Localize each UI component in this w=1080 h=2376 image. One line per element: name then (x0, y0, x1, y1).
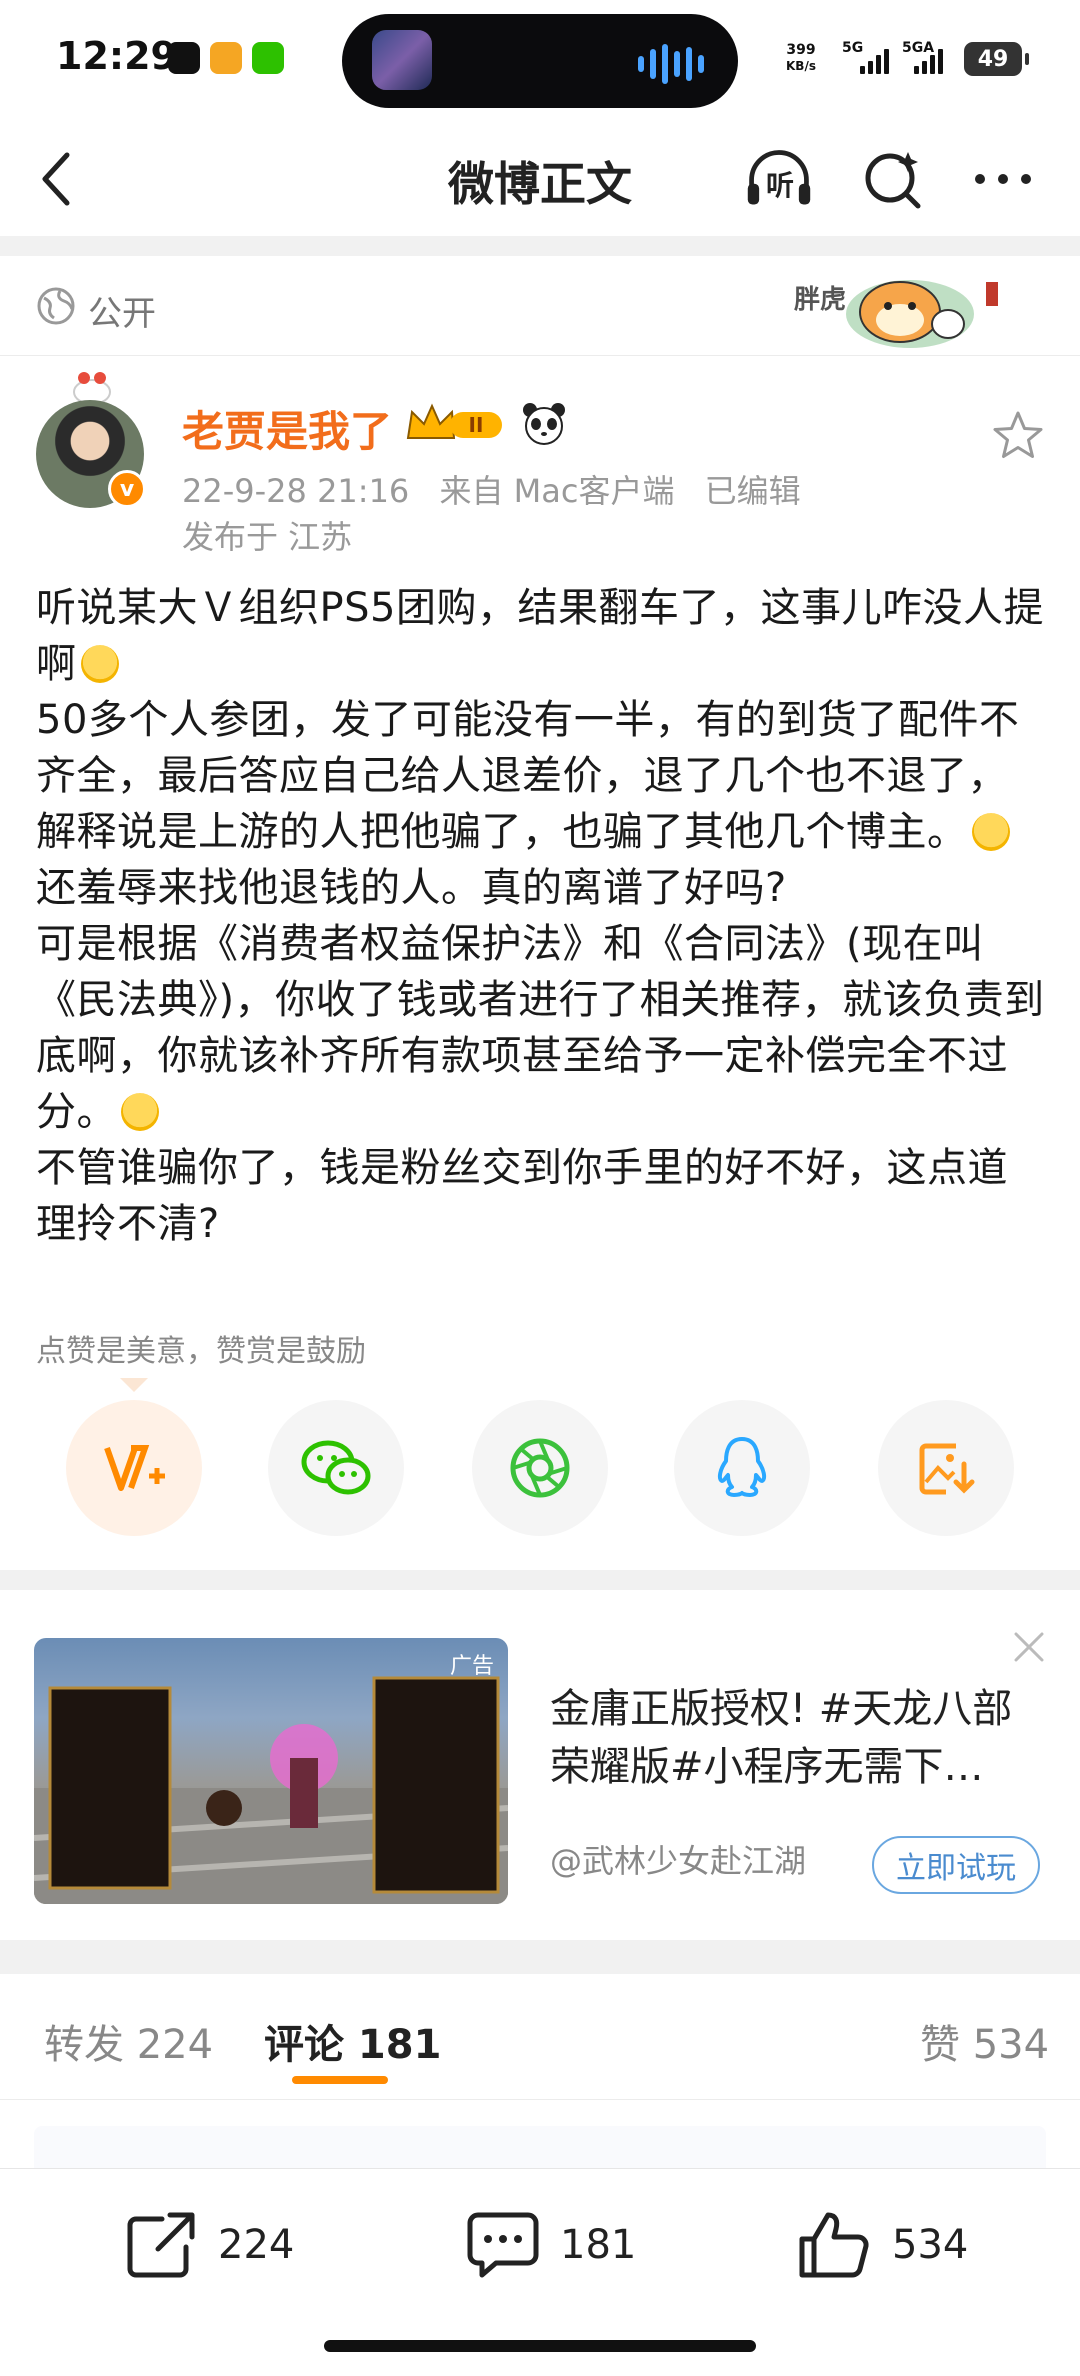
ad-card[interactable]: 广告 金庸正版授权! #天龙八部荣耀版#小程序无需下… @武林少女赴江湖 立即试… (0, 1590, 1080, 1940)
net-speed-value: 399 (786, 42, 816, 58)
more-button[interactable] (968, 144, 1038, 214)
comment-icon (467, 2212, 539, 2278)
music-app-icon (168, 42, 200, 74)
post-source: 来自 Mac客户端 (439, 472, 675, 510)
tiger-sticker-icon: 胖虎 (794, 280, 998, 348)
tip-pointer-icon (120, 1378, 148, 1392)
smirk-emoji-icon (80, 645, 119, 683)
share-moments-button[interactable] (472, 1400, 608, 1536)
reward-tip: 点赞是美意，赞赏是鼓励 (36, 1334, 366, 1369)
reward-button[interactable] (66, 1400, 202, 1536)
now-playing-artwork (372, 30, 432, 90)
like-count: 534 (892, 2222, 969, 2268)
ad-title[interactable]: 金庸正版授权! #天龙八部荣耀版#小程序无需下… (550, 1680, 1040, 1796)
post-paragraph: 不管谁骗你了，钱是粉丝交到你手里的好不好，这点道理拎不清? (36, 1145, 1008, 1247)
post-text: 50多个人参团，发了可能没有一半，有的到货了配件不齐全，最后答应自己给人退差价，… (36, 697, 1020, 855)
post-text: 听说某大Ｖ组织PS5团购，结果翻车了，这事儿咋没人提啊 (36, 585, 1044, 687)
game-screenshot (34, 1676, 508, 1904)
listen-label: 听 (766, 169, 795, 202)
comment-count: 181 (560, 2222, 637, 2268)
post-text: 可是根据《消费者权益保护法》和《合同法》(现在叫《民法典》)，你收了钱或者进行了… (36, 921, 1045, 1135)
nav-bar: 微博正文 听 (0, 120, 1080, 236)
divider (0, 236, 1080, 256)
laugh-cry-emoji-icon (971, 813, 1010, 851)
dynamic-island[interactable] (342, 14, 738, 108)
status-bar: 12:29 399 KB/s 5G 5GA 49 (0, 0, 1080, 120)
signal-bars-icon (860, 46, 889, 74)
active-tab-indicator (292, 2076, 388, 2084)
search-icon (865, 152, 921, 209)
home-indicator[interactable] (324, 2340, 756, 2352)
repost-count: 224 (218, 2222, 295, 2268)
search-button[interactable] (858, 144, 928, 214)
verified-badge: v (108, 470, 146, 508)
visibility-label: 公开 (88, 294, 156, 334)
thumbs-up-icon (799, 2212, 869, 2278)
post-meta: 22-9-28 21:16 来自 Mac客户端 已编辑 (182, 466, 821, 512)
tab-repost[interactable]: 转发 224 (44, 2012, 213, 2070)
divider (0, 1940, 1080, 1974)
reward-icon (104, 1445, 165, 1491)
weibo-app-icon (210, 42, 242, 74)
tab-comment[interactable]: 评论 181 (264, 2012, 441, 2070)
signal-bars-icon (914, 46, 943, 74)
net-speed: 399 KB/s (786, 42, 816, 74)
visibility-row: 公开 胖虎 (0, 256, 1080, 356)
post-paragraph: 50多个人参团，发了可能没有一半，有的到货了配件不齐全，最后答应自己给人退差价，… (36, 692, 1048, 860)
comment-button[interactable]: 181 (466, 2209, 636, 2281)
member-crown-badge[interactable]: II (404, 400, 510, 448)
post-paragraph: 还羞辱来找他退钱的人。真的离谱了好吗? (36, 865, 787, 911)
net-speed-unit: KB/s (786, 59, 816, 73)
ad-image[interactable]: 广告 (34, 1638, 508, 1904)
divider (0, 1570, 1080, 1590)
post-content: 听说某大Ｖ组织PS5团购，结果翻车了，这事儿咋没人提啊 50多个人参团，发了可能… (36, 580, 1048, 1252)
wechat-app-icon (252, 42, 284, 74)
listen-button[interactable]: 听 (744, 144, 814, 214)
ad-try-button[interactable]: 立即试玩 (872, 1836, 1040, 1894)
ad-tag: 广告 (449, 1654, 494, 1679)
globe-icon (37, 287, 75, 325)
status-time: 12:29 (56, 34, 177, 78)
post-location: 发布于 江苏 (182, 518, 353, 556)
wechat-icon (301, 1440, 371, 1495)
share-wechat-button[interactable] (268, 1400, 404, 1536)
audio-wave-icon (638, 44, 704, 84)
post-paragraph: 听说某大Ｖ组织PS5团购，结果翻车了，这事儿咋没人提啊 (36, 580, 1048, 692)
laugh-cry-emoji-icon (121, 1093, 159, 1131)
moments-icon (510, 1438, 570, 1498)
badge-level-text: II (469, 413, 484, 437)
qq-icon (717, 1437, 767, 1497)
battery-level: 49 (977, 46, 1009, 72)
share-qq-button[interactable] (674, 1400, 810, 1536)
sticker-text: 胖虎 (794, 285, 846, 315)
save-image-button[interactable] (878, 1400, 1014, 1536)
ad-source[interactable]: @武林少女赴江湖 (550, 1836, 806, 1882)
like-button[interactable]: 534 (796, 2209, 968, 2281)
share-row (0, 1400, 1080, 1540)
repost-button[interactable]: 224 (124, 2209, 294, 2281)
author-name[interactable]: 老贾是我了 (182, 398, 392, 459)
tab-like[interactable]: 赞 534 (920, 2012, 1049, 2070)
repost-icon (127, 2212, 195, 2278)
favorite-star-icon[interactable] (990, 408, 1046, 464)
panda-icon (523, 403, 565, 445)
battery-icon: 49 (964, 42, 1029, 76)
save-image-icon (919, 1443, 975, 1495)
post-paragraph: 可是根据《消费者权益保护法》和《合同法》(现在叫《民法典》)，你收了钱或者进行了… (36, 916, 1048, 1140)
post-date: 22-9-28 21:16 (182, 472, 410, 510)
tab-bar: 转发 224 评论 181 赞 534 (0, 1974, 1080, 2100)
post-edited[interactable]: 已编辑 (705, 472, 801, 510)
more-dots-icon (975, 174, 1031, 184)
close-icon[interactable] (1012, 1630, 1046, 1664)
